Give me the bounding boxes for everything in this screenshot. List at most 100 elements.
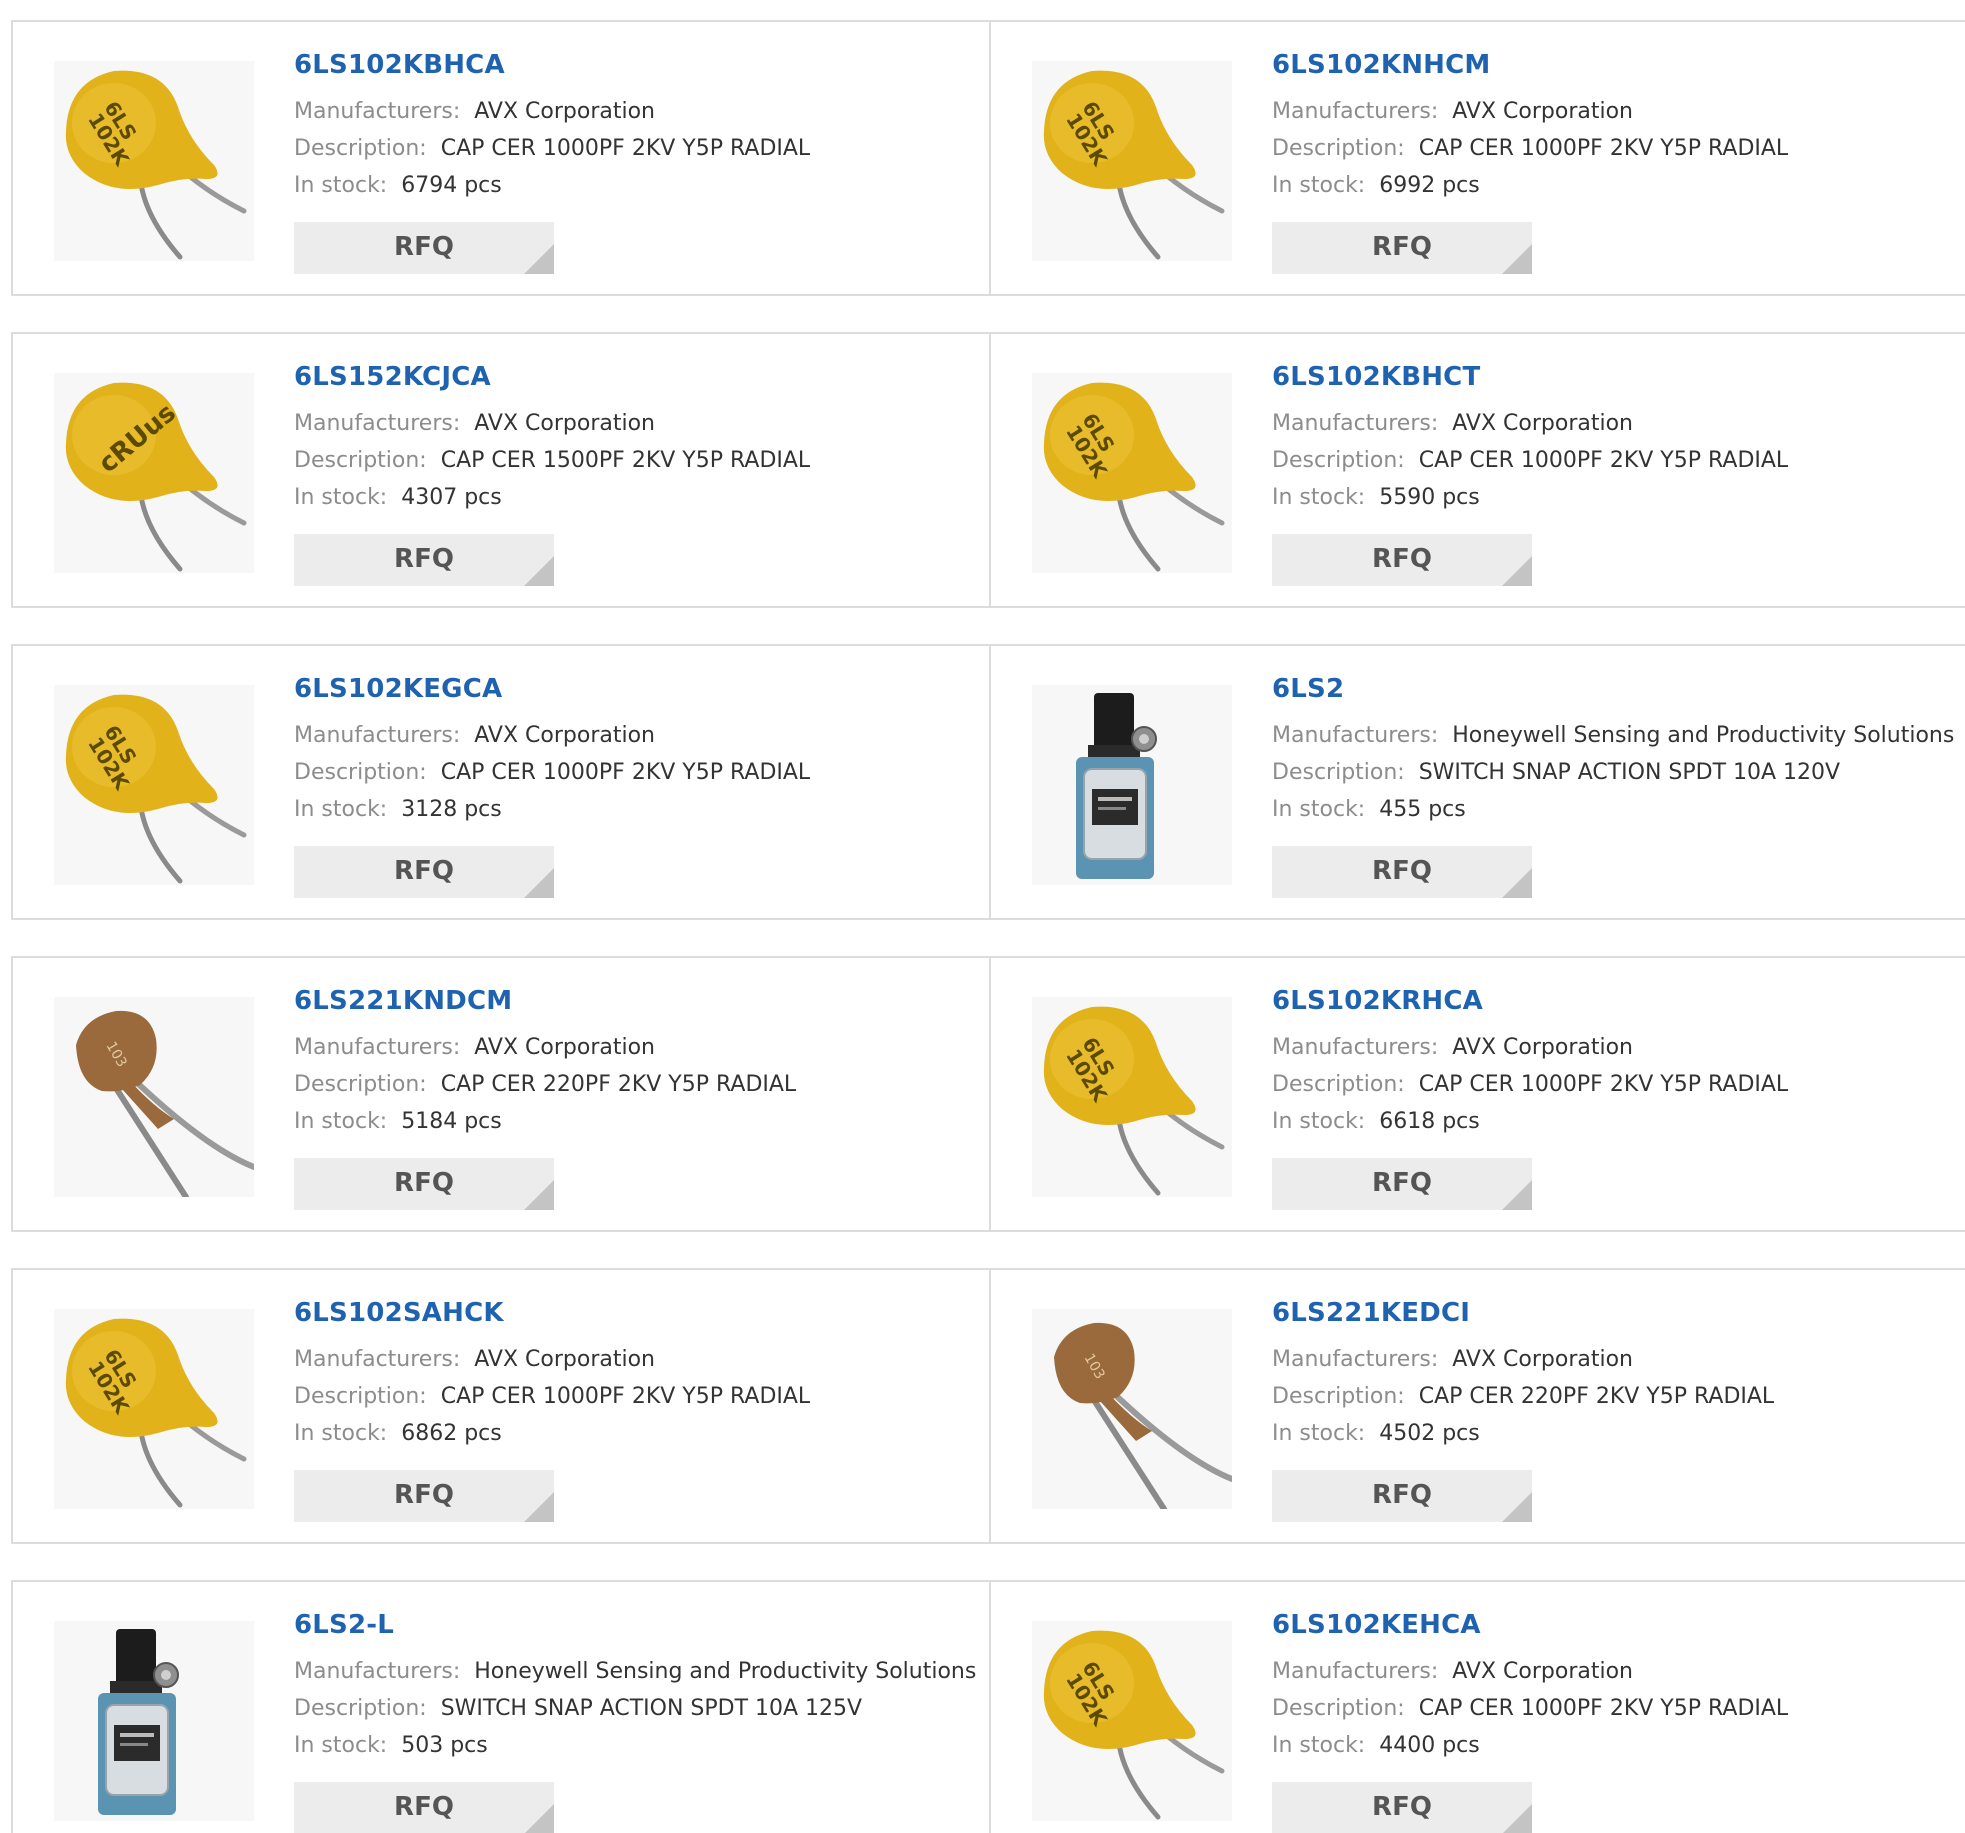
stock-value: 6862 pcs [401,1421,502,1446]
part-number-link[interactable]: 6LS2 [1272,672,1955,706]
part-number-link[interactable]: 6LS102KBHCT [1272,360,1955,394]
manufacturer-line: Manufacturers: AVX Corporation [1272,1029,1955,1066]
product-info: 6LS102KBHCA Manufacturers: AVX Corporatio… [294,48,979,204]
rfq-button[interactable]: RFQ [1272,1782,1532,1833]
part-number-link[interactable]: 6LS102KEHCA [1272,1608,1955,1642]
product-card: 6LS 102K 6LS102KEGCA Manufacturers: AVX Co… [13,646,989,918]
manufacturer-value: AVX Corporation [1452,1035,1633,1060]
product-info: 6LS221KEDCI Manufacturers: AVX Corporatio… [1272,1296,1955,1452]
manufacturer-label: Manufacturers: [294,411,461,436]
rfq-label: RFQ [1372,1480,1432,1510]
product-image[interactable]: 6LS 102K [54,1309,254,1509]
rfq-label: RFQ [394,856,454,886]
stock-label: In stock: [1272,173,1366,198]
manufacturer-value: AVX Corporation [474,1347,655,1372]
rfq-corner-decoration [524,1180,554,1210]
limit-switch-image [1076,693,1157,879]
brown-capacitor-image: 103 [1054,1322,1232,1509]
yellow-capacitor-image: 6LS102K [1043,382,1225,572]
part-number-link[interactable]: 6LS102KRHCA [1272,984,1955,1018]
product-image[interactable] [1032,685,1232,885]
stock-label: In stock: [294,173,388,198]
product-info: 6LS221KNDCM Manufacturers: AVX Corporatio… [294,984,979,1140]
stock-value: 4307 pcs [401,485,502,510]
rfq-label: RFQ [394,232,454,262]
rfq-button[interactable]: RFQ [294,1158,554,1210]
description-value: SWITCH SNAP ACTION SPDT 10A 125V [440,1696,863,1721]
product-card: 6LS2 Manufacturers: Honeywell Sensing and… [989,646,1965,918]
rfq-corner-decoration [1502,244,1532,274]
product-info: 6LS152KCJCA Manufacturers: AVX Corporatio… [294,360,979,516]
stock-label: In stock: [1272,485,1366,510]
rfq-button[interactable]: RFQ [1272,846,1532,898]
product-image[interactable]: 103 [54,997,254,1197]
manufacturer-line: Manufacturers: AVX Corporation [294,1341,979,1378]
product-card: 6LS 102K 6LS102KEHCA Manufacturers: AVX Co… [989,1582,1965,1833]
manufacturer-value: Honeywell Sensing and Productivity Solut… [1452,723,1955,748]
manufacturer-value: AVX Corporation [1452,99,1633,124]
description-label: Description: [294,136,427,161]
rfq-button[interactable]: RFQ [1272,534,1532,586]
description-line: Description: SWITCH SNAP ACTION SPDT 10A … [294,1690,979,1727]
rfq-corner-decoration [524,1492,554,1522]
product-image[interactable]: 6LS 102K [1032,1621,1232,1821]
description-label: Description: [294,760,427,785]
rfq-label: RFQ [1372,1168,1432,1198]
rfq-button[interactable]: RFQ [294,534,554,586]
stock-label: In stock: [1272,797,1366,822]
part-number-link[interactable]: 6LS152KCJCA [294,360,979,394]
description-value: CAP CER 1000PF 2KV Y5P RADIAL [1418,136,1789,161]
rfq-button[interactable]: RFQ [294,1782,554,1833]
rfq-button[interactable]: RFQ [1272,1158,1532,1210]
rfq-button[interactable]: RFQ [294,222,554,274]
stock-line: In stock: 455 pcs [1272,791,1955,828]
product-image[interactable]: 6LS 102K [54,685,254,885]
product-image[interactable]: 103 [1032,1309,1232,1509]
rfq-button[interactable]: RFQ [1272,1470,1532,1522]
part-number-link[interactable]: 6LS102SAHCK [294,1296,979,1330]
product-image[interactable]: 6LS 102K [1032,997,1232,1197]
description-line: Description: CAP CER 220PF 2KV Y5P RADIAL [1272,1378,1955,1415]
description-value: CAP CER 1000PF 2KV Y5P RADIAL [1418,448,1789,473]
rfq-button[interactable]: RFQ [294,1470,554,1522]
manufacturer-line: Manufacturers: AVX Corporation [1272,1341,1955,1378]
part-number-link[interactable]: 6LS102KNHCM [1272,48,1955,82]
product-image[interactable]: 6LS 102K [54,61,254,261]
part-number-link[interactable]: 6LS2-L [294,1608,979,1642]
manufacturer-value: AVX Corporation [474,99,655,124]
stock-line: In stock: 6794 pcs [294,167,979,204]
description-label: Description: [294,1696,427,1721]
rfq-corner-decoration [1502,556,1532,586]
rfq-label: RFQ [1372,856,1432,886]
manufacturer-line: Manufacturers: AVX Corporation [1272,1653,1955,1690]
rfq-button[interactable]: RFQ [294,846,554,898]
stock-line: In stock: 4400 pcs [1272,1727,1955,1764]
part-number-link[interactable]: 6LS102KBHCA [294,48,979,82]
manufacturer-label: Manufacturers: [1272,1347,1439,1372]
stock-label: In stock: [1272,1421,1366,1446]
stock-value: 4400 pcs [1379,1733,1480,1758]
description-label: Description: [294,1384,427,1409]
product-row: 6LS2-L Manufacturers: Honeywell Sensing a… [11,1580,1965,1833]
part-number-link[interactable]: 6LS221KEDCI [1272,1296,1955,1330]
product-card: 6LS 102K 6LS102KRHCA Manufacturers: AVX Co… [989,958,1965,1230]
description-label: Description: [1272,1384,1405,1409]
manufacturer-label: Manufacturers: [294,99,461,124]
manufacturer-value: AVX Corporation [474,723,655,748]
manufacturer-label: Manufacturers: [294,1659,461,1684]
stock-label: In stock: [294,1733,388,1758]
description-label: Description: [1272,760,1405,785]
product-image[interactable]: 6LS 102K [1032,61,1232,261]
product-image[interactable] [54,1621,254,1821]
part-number-link[interactable]: 6LS221KNDCM [294,984,979,1018]
rfq-button[interactable]: RFQ [1272,222,1532,274]
description-line: Description: CAP CER 1000PF 2KV Y5P RADIA… [1272,1690,1955,1727]
description-value: CAP CER 1000PF 2KV Y5P RADIAL [440,1384,811,1409]
part-number-link[interactable]: 6LS102KEGCA [294,672,979,706]
product-image[interactable]: 6LS 102K [1032,373,1232,573]
product-image[interactable]: cRUus [54,373,254,573]
description-value: CAP CER 1000PF 2KV Y5P RADIAL [1418,1072,1789,1097]
manufacturer-label: Manufacturers: [294,1347,461,1372]
stock-label: In stock: [1272,1109,1366,1134]
description-line: Description: SWITCH SNAP ACTION SPDT 10A … [1272,754,1955,791]
